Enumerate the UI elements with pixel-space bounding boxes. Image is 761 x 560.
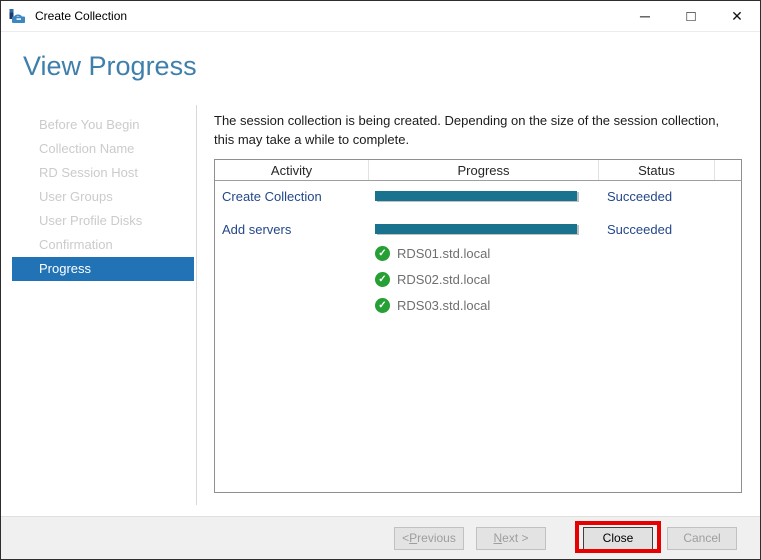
sidebar-item-rd-session-host: RD Session Host: [12, 161, 194, 185]
activity-label: Add servers: [215, 222, 369, 237]
activity-label: Create Collection: [215, 189, 369, 204]
server-result-row: ✓ RDS02.std.local: [375, 269, 490, 289]
next-button[interactable]: Next >: [476, 527, 546, 550]
create-collection-window: Create Collection ─ □ ✕ View Progress Be…: [0, 0, 761, 560]
column-header-progress[interactable]: Progress: [369, 160, 599, 180]
column-header-empty: [715, 160, 741, 180]
previous-label-post: revious: [417, 531, 456, 545]
server-result-row: ✓ RDS01.std.local: [375, 243, 490, 263]
close-window-icon[interactable]: ✕: [714, 1, 760, 31]
table-row-create-collection: Create Collection Succeeded: [215, 186, 741, 206]
minimize-icon[interactable]: ─: [622, 1, 668, 31]
server-name: RDS03.std.local: [397, 298, 490, 313]
window-title: Create Collection: [35, 9, 127, 23]
server-name: RDS01.std.local: [397, 246, 490, 261]
maximize-icon[interactable]: □: [668, 1, 714, 31]
table-header-row: Activity Progress Status: [215, 160, 741, 181]
sidebar-item-before-you-begin: Before You Begin: [12, 113, 194, 137]
progress-description: The session collection is being created.…: [214, 111, 734, 149]
table-body: Create Collection Succeeded Add servers …: [215, 181, 741, 492]
sidebar-item-confirmation: Confirmation: [12, 233, 194, 257]
progress-table: Activity Progress Status Create Collecti…: [214, 159, 742, 493]
progress-bar: [375, 191, 577, 201]
title-bar: Create Collection ─ □ ✕: [1, 1, 760, 32]
cancel-button[interactable]: Cancel: [667, 527, 737, 550]
footer-bar: < Previous Next > Close Cancel: [1, 516, 760, 559]
close-button-wrapper: Close: [583, 527, 653, 550]
success-check-icon: ✓: [375, 298, 390, 313]
sidebar-item-progress[interactable]: Progress: [12, 257, 194, 281]
previous-button[interactable]: < Previous: [394, 527, 464, 550]
previous-label-pre: <: [402, 531, 409, 545]
status-label: Succeeded: [599, 189, 715, 204]
server-name: RDS02.std.local: [397, 272, 490, 287]
server-result-row: ✓ RDS03.std.local: [375, 295, 490, 315]
status-label: Succeeded: [599, 222, 715, 237]
progress-cell: [369, 191, 599, 201]
server-manager-icon: [9, 8, 26, 25]
sidebar-item-collection-name: Collection Name: [12, 137, 194, 161]
window-controls: ─ □ ✕: [622, 1, 760, 31]
next-label-key: N: [493, 531, 502, 545]
success-check-icon: ✓: [375, 246, 390, 261]
sidebar-divider: [196, 105, 197, 505]
success-check-icon: ✓: [375, 272, 390, 287]
sidebar-item-user-groups: User Groups: [12, 185, 194, 209]
previous-label-key: P: [409, 531, 417, 545]
wizard-steps-sidebar: Before You Begin Collection Name RD Sess…: [12, 113, 194, 281]
column-header-activity[interactable]: Activity: [215, 160, 369, 180]
page-title: View Progress: [23, 51, 197, 82]
sidebar-item-user-profile-disks: User Profile Disks: [12, 209, 194, 233]
column-header-status[interactable]: Status: [599, 160, 715, 180]
next-label-post: ext >: [502, 531, 528, 545]
close-button[interactable]: Close: [583, 527, 653, 550]
table-row-add-servers: Add servers Succeeded: [215, 219, 741, 239]
progress-bar: [375, 224, 577, 234]
progress-bar-track: [375, 224, 577, 234]
progress-bar-track: [375, 191, 577, 201]
progress-cell: [369, 224, 599, 234]
